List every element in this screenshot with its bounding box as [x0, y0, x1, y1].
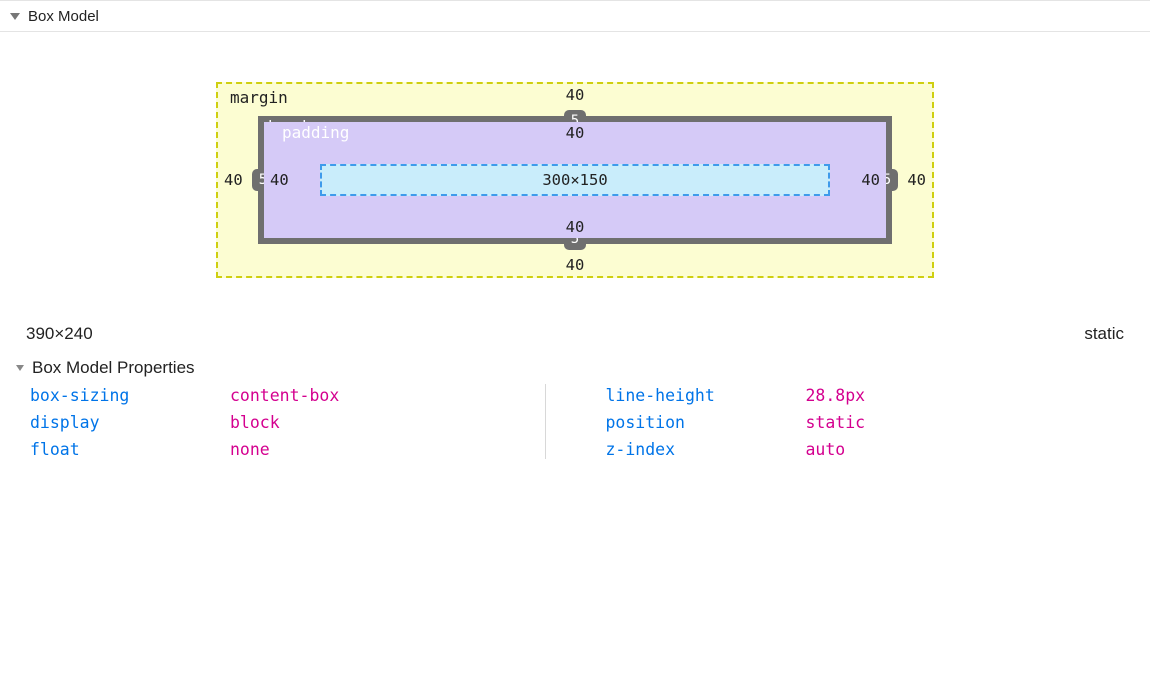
margin-right-value[interactable]: 40 — [907, 171, 926, 189]
prop-value: static — [806, 413, 1121, 432]
content-size: 300×150 — [542, 171, 607, 189]
collapse-icon[interactable] — [16, 365, 24, 371]
prop-key[interactable]: display — [30, 413, 230, 432]
prop-value: none — [230, 440, 545, 459]
prop-key[interactable]: z-index — [606, 440, 806, 459]
prop-value: auto — [806, 440, 1121, 459]
outer-dimensions: 390×240 — [26, 324, 93, 344]
content-region[interactable]: 300×150 — [320, 164, 830, 196]
prop-key[interactable]: position — [606, 413, 806, 432]
padding-top-value[interactable]: 40 — [566, 124, 585, 142]
box-model-panel-header[interactable]: Box Model — [0, 0, 1150, 32]
collapse-icon[interactable] — [10, 13, 20, 20]
box-model-diagram: margin 40 40 40 40 border 5 5 5 5 paddin… — [0, 32, 1150, 318]
prop-key[interactable]: box-sizing — [30, 386, 230, 405]
computed-size-row: 390×240 static — [0, 318, 1150, 354]
margin-label: margin — [230, 88, 288, 107]
panel-title: Box Model — [28, 8, 99, 25]
properties-title: Box Model Properties — [32, 358, 195, 378]
padding-region[interactable]: padding 40 40 40 40 300×150 — [264, 122, 886, 238]
margin-top-value[interactable]: 40 — [566, 86, 585, 104]
position-type: static — [1084, 324, 1124, 344]
margin-bottom-value[interactable]: 40 — [566, 256, 585, 274]
prop-key[interactable]: line-height — [606, 386, 806, 405]
box-model-properties-header[interactable]: Box Model Properties — [0, 354, 1150, 386]
prop-value: block — [230, 413, 545, 432]
margin-region[interactable]: margin 40 40 40 40 border 5 5 5 5 paddin… — [216, 82, 934, 278]
margin-left-value[interactable]: 40 — [224, 171, 243, 189]
properties-grid: box-sizing content-box display block flo… — [0, 386, 1150, 459]
prop-value: 28.8px — [806, 386, 1121, 405]
properties-column-left: box-sizing content-box display block flo… — [30, 386, 545, 459]
properties-column-right: line-height 28.8px position static z-ind… — [546, 386, 1121, 459]
border-region[interactable]: border 5 5 5 5 padding 40 40 40 40 300×1… — [258, 116, 892, 244]
prop-key[interactable]: float — [30, 440, 230, 459]
prop-value: content-box — [230, 386, 545, 405]
padding-label: padding — [282, 123, 349, 142]
padding-bottom-value[interactable]: 40 — [566, 218, 585, 236]
padding-left-value[interactable]: 40 — [270, 171, 289, 189]
padding-right-value[interactable]: 40 — [861, 171, 880, 189]
